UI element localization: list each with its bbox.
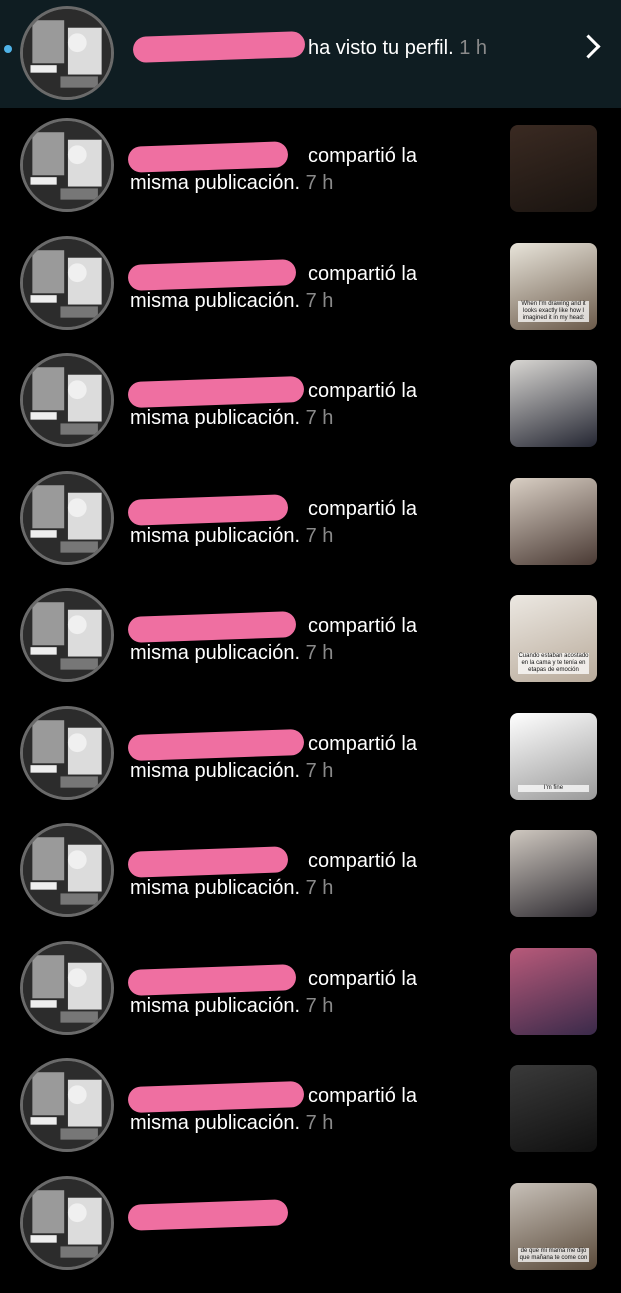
timestamp: 7 h (305, 172, 334, 194)
chevron-right-icon[interactable] (576, 34, 601, 59)
post-thumbnail[interactable]: de que mi mamá me dijo que mañana te com… (510, 1183, 597, 1270)
notification-text-line1: compartió la (308, 498, 417, 520)
post-thumbnail[interactable] (510, 478, 597, 565)
post-thumbnail[interactable]: Cuando estaban acostado en la cama y te … (510, 595, 597, 682)
thumbnail-caption: Cuando estaban acostado en la cama y te … (518, 653, 589, 674)
notification-row[interactable]: compartió la misma publicación. 7 h (0, 353, 621, 470)
notification-text-line1: compartió la (308, 968, 417, 990)
post-thumbnail[interactable] (510, 360, 597, 447)
notification-row[interactable]: compartió la misma publicación. 7 h When I… (0, 236, 621, 353)
timestamp: 7 h (305, 525, 334, 547)
avatar[interactable] (20, 1058, 114, 1152)
thumbnail-caption: de que mi mamá me dijo que mañana te com… (518, 1248, 589, 1262)
redacted-username (127, 964, 297, 996)
thumbnail-caption: I'm fine (518, 785, 589, 792)
timestamp: 7 h (305, 290, 334, 312)
avatar[interactable] (20, 941, 114, 1035)
redacted-username (127, 1199, 289, 1231)
notification-text-line2: misma publicación. 7 h (130, 290, 334, 312)
avatar[interactable] (20, 1176, 114, 1270)
avatar[interactable] (20, 118, 114, 212)
notification-row[interactable]: compartió la misma publicación. 7 h Cuando… (0, 588, 621, 705)
post-thumbnail[interactable]: When I'm drawing and it looks exactly li… (510, 243, 597, 330)
notification-row[interactable]: compartió la misma publicación. 7 h I'm fi… (0, 706, 621, 823)
avatar[interactable] (20, 706, 114, 800)
notification-row[interactable]: compartió la misma publicación. 7 h (0, 1058, 621, 1175)
notification-text-line2: misma publicación. 7 h (130, 407, 334, 429)
avatar[interactable] (20, 823, 114, 917)
post-thumbnail[interactable] (510, 830, 597, 917)
redacted-username (127, 728, 305, 762)
notification-text-line2: misma publicación. 7 h (130, 172, 334, 194)
notification-text-line2: misma publicación. 7 h (130, 995, 334, 1017)
redacted-username (127, 494, 289, 526)
notification-text-line1: compartió la (308, 380, 417, 402)
unread-dot (4, 45, 12, 53)
notification-text-line2: misma publicación. 7 h (130, 760, 334, 782)
redacted-username (127, 1080, 305, 1114)
post-thumbnail[interactable] (510, 125, 597, 212)
thumbnail-caption: When I'm drawing and it looks exactly li… (518, 301, 589, 322)
timestamp: 7 h (305, 642, 334, 664)
notification-text-line1: compartió la (308, 145, 417, 167)
redacted-username (127, 375, 305, 409)
avatar[interactable] (20, 236, 114, 330)
notification-text-line2: misma publicación. 7 h (130, 877, 334, 899)
notification-text-line2: misma publicación. 7 h (130, 642, 334, 664)
notification-row[interactable]: de que mi mamá me dijo que mañana te com… (0, 1176, 621, 1293)
redacted-username (127, 611, 297, 643)
timestamp: 7 h (305, 760, 334, 782)
timestamp: 7 h (305, 877, 334, 899)
avatar-image (23, 9, 111, 97)
timestamp: 7 h (305, 1112, 334, 1134)
notification-row-profile-view[interactable]: ha visto tu perfil. 1 h (0, 0, 621, 108)
notification-text-line1: compartió la (308, 615, 417, 637)
notification-text-line2: misma publicación. 7 h (130, 1112, 334, 1134)
avatar[interactable] (20, 471, 114, 565)
avatar[interactable] (20, 6, 114, 100)
avatar[interactable] (20, 588, 114, 682)
notification-row[interactable]: compartió la misma publicación. 7 h (0, 941, 621, 1058)
timestamp: 7 h (305, 407, 334, 429)
notification-text-line1: compartió la (308, 1085, 417, 1107)
redacted-username (127, 846, 289, 878)
notification-text-line2: misma publicación. 7 h (130, 525, 334, 547)
redacted-username (132, 31, 306, 63)
notification-text-line1: compartió la (308, 733, 417, 755)
notification-row[interactable]: compartió la misma publicación. 7 h (0, 471, 621, 588)
redacted-username (127, 259, 297, 291)
redacted-username (127, 141, 289, 173)
notification-text-line1: compartió la (308, 850, 417, 872)
post-thumbnail[interactable] (510, 1065, 597, 1152)
post-thumbnail[interactable] (510, 948, 597, 1035)
post-thumbnail[interactable]: I'm fine (510, 713, 597, 800)
notification-text-line1: compartió la (308, 263, 417, 285)
notification-row[interactable]: compartió la misma publicación. 7 h (0, 823, 621, 940)
timestamp: 7 h (305, 995, 334, 1017)
avatar[interactable] (20, 353, 114, 447)
notification-text: ha visto tu perfil. 1 h (308, 37, 487, 59)
notification-row[interactable]: compartió la misma publicación. 7 h (0, 118, 621, 235)
